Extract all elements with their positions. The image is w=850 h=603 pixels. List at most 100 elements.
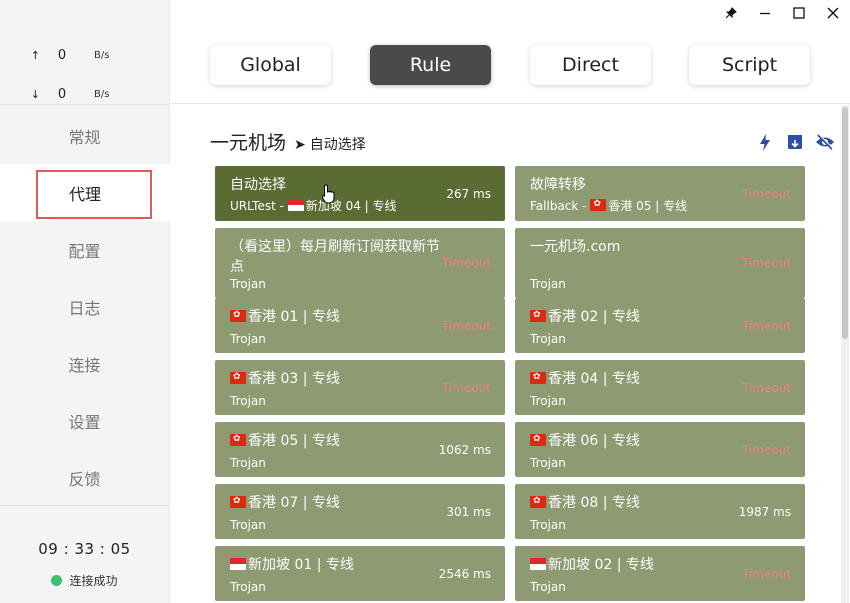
proxy-name: 一元机场.com — [530, 237, 745, 257]
mode-rule-button[interactable]: Rule — [370, 45, 491, 85]
proxy-panel: 一元机场 ➤ 自动选择 自动选择 URLTest - 新加坡 04 | 专线 267… — [171, 105, 840, 603]
sidebar-item-feedback[interactable]: 反馈 — [0, 449, 169, 506]
proxy-name: （看这里）每月刷新订阅获取新节点 — [230, 237, 445, 277]
download-arrow-icon: ↓ — [30, 88, 40, 101]
lightning-icon[interactable] — [750, 131, 780, 153]
proxy-card[interactable]: 香港 07 | 专线 Trojan 301 ms — [215, 484, 505, 539]
sidebar-item-label: 常规 — [68, 127, 101, 147]
proxy-name: 香港 03 | 专线 — [230, 369, 445, 389]
proxy-type: Trojan — [530, 580, 566, 594]
status-dot-icon — [51, 575, 63, 586]
hand-cursor-icon — [322, 184, 335, 204]
proxy-type: Trojan — [230, 394, 266, 408]
mode-direct-button[interactable]: Direct — [530, 45, 651, 85]
proxy-delay[interactable]: 301 ms — [446, 505, 491, 519]
upload-speed: ↑ 0 B/s — [0, 36, 169, 75]
proxy-card[interactable]: 香港 08 | 专线 Trojan 1987 ms — [515, 484, 805, 539]
scrollbar[interactable] — [841, 105, 849, 603]
status-text: 连接成功 — [69, 574, 118, 588]
sidebar-item-connections[interactable]: 连接 — [0, 335, 169, 392]
proxy-delay[interactable]: Timeout — [742, 567, 791, 581]
proxy-name-text: 故障转移 — [530, 177, 586, 193]
sidebar-item-settings[interactable]: 设置 — [0, 392, 169, 449]
proxy-delay[interactable]: Timeout — [742, 381, 791, 395]
proxy-delay[interactable]: Timeout — [742, 319, 791, 333]
proxy-card[interactable]: 新加坡 02 | 专线 Trojan Timeout — [515, 546, 805, 601]
hong-kong-flag-icon — [230, 434, 246, 446]
proxy-delay[interactable]: 2546 ms — [439, 567, 491, 581]
proxy-type-text: Trojan — [530, 518, 566, 532]
sidebar-item-proxies[interactable]: 代理 — [0, 164, 170, 221]
proxy-current-node: 香港 05 | 专线 — [608, 199, 688, 213]
proxy-type: Trojan — [230, 277, 266, 291]
proxy-card[interactable]: 香港 01 | 专线 Trojan Timeout — [215, 298, 505, 353]
proxy-delay[interactable]: Timeout — [442, 381, 491, 395]
proxy-delay[interactable]: 267 ms — [446, 187, 491, 201]
maximize-icon[interactable] — [782, 0, 816, 26]
proxy-name-text: 新加坡 02 | 专线 — [548, 557, 654, 573]
group-tools — [750, 131, 840, 153]
proxy-type-text: Trojan — [230, 394, 266, 408]
proxy-delay[interactable]: 1987 ms — [739, 505, 791, 519]
sidebar-item-logs[interactable]: 日志 — [0, 278, 169, 335]
proxy-name: 香港 08 | 专线 — [530, 493, 745, 513]
hong-kong-flag-icon — [530, 434, 546, 446]
minimize-icon[interactable] — [748, 0, 782, 26]
proxy-card[interactable]: 香港 04 | 专线 Trojan Timeout — [515, 360, 805, 415]
proxy-type-text: Trojan — [230, 277, 266, 291]
hong-kong-flag-icon — [530, 372, 546, 384]
proxy-name: 香港 06 | 专线 — [530, 431, 745, 451]
proxy-delay[interactable]: Timeout — [742, 256, 791, 270]
proxy-name: 香港 04 | 专线 — [530, 369, 745, 389]
pin-icon[interactable] — [714, 0, 748, 26]
proxy-name-text: 香港 07 | 专线 — [248, 495, 340, 511]
proxy-type-text: Trojan — [530, 332, 566, 346]
proxy-type-text: Trojan — [530, 456, 566, 470]
window-controls — [714, 0, 850, 26]
sidebar-item-general[interactable]: 常规 — [0, 107, 169, 164]
proxy-type: Trojan — [530, 332, 566, 346]
sidebar-item-profiles[interactable]: 配置 — [0, 221, 169, 278]
singapore-flag-icon — [287, 199, 304, 211]
locate-icon[interactable] — [780, 131, 810, 153]
proxy-card[interactable]: （看这里）每月刷新订阅获取新节点 Trojan Timeout — [215, 228, 505, 298]
proxy-card[interactable]: 自动选择 URLTest - 新加坡 04 | 专线 267 ms — [215, 166, 505, 221]
sidebar-item-label: 设置 — [68, 412, 101, 432]
sidebar-item-label: 日志 — [68, 298, 101, 318]
proxy-type: Trojan — [530, 456, 566, 470]
mode-script-button[interactable]: Script — [689, 45, 810, 85]
eye-off-icon[interactable] — [810, 131, 840, 153]
proxy-card[interactable]: 香港 02 | 专线 Trojan Timeout — [515, 298, 805, 353]
group-name: 一元机场 — [210, 132, 287, 154]
proxy-delay[interactable]: 1062 ms — [439, 443, 491, 457]
proxy-card[interactable]: 一元机场.com Trojan Timeout — [515, 228, 805, 298]
proxy-type: Trojan — [530, 518, 566, 532]
proxy-type: Trojan — [530, 394, 566, 408]
proxy-name: 香港 07 | 专线 — [230, 493, 445, 513]
proxy-card[interactable]: 新加坡 01 | 专线 Trojan 2546 ms — [215, 546, 505, 601]
separator: - — [275, 199, 288, 213]
proxy-type: Trojan — [230, 580, 266, 594]
proxy-delay[interactable]: Timeout — [442, 256, 491, 270]
proxy-type-text: Trojan — [530, 277, 566, 291]
singapore-flag-icon — [230, 558, 246, 570]
proxy-name-text: 新加坡 01 | 专线 — [248, 557, 354, 573]
proxy-delay[interactable]: Timeout — [742, 187, 791, 201]
proxy-card[interactable]: 香港 06 | 专线 Trojan Timeout — [515, 422, 805, 477]
scrollbar-thumb[interactable] — [842, 107, 848, 339]
mode-global-button[interactable]: Global — [210, 45, 331, 85]
close-icon[interactable] — [816, 0, 850, 26]
upload-unit: B/s — [94, 50, 110, 61]
proxy-type-text: Trojan — [230, 580, 266, 594]
proxy-type-text: Fallback — [530, 199, 579, 213]
group-header[interactable]: 一元机场 ➤ 自动选择 — [210, 128, 366, 155]
proxy-card[interactable]: 香港 03 | 专线 Trojan Timeout — [215, 360, 505, 415]
proxy-card[interactable]: 故障转移 Fallback - 香港 05 | 专线 Timeout — [515, 166, 805, 221]
proxy-name-text: 香港 05 | 专线 — [248, 433, 340, 449]
proxy-type-text: Trojan — [230, 518, 266, 532]
proxy-delay[interactable]: Timeout — [742, 443, 791, 457]
proxy-delay[interactable]: Timeout — [442, 319, 491, 333]
separator: - — [578, 199, 591, 213]
sidebar-item-label: 反馈 — [68, 469, 101, 489]
proxy-card[interactable]: 香港 05 | 专线 Trojan 1062 ms — [215, 422, 505, 477]
